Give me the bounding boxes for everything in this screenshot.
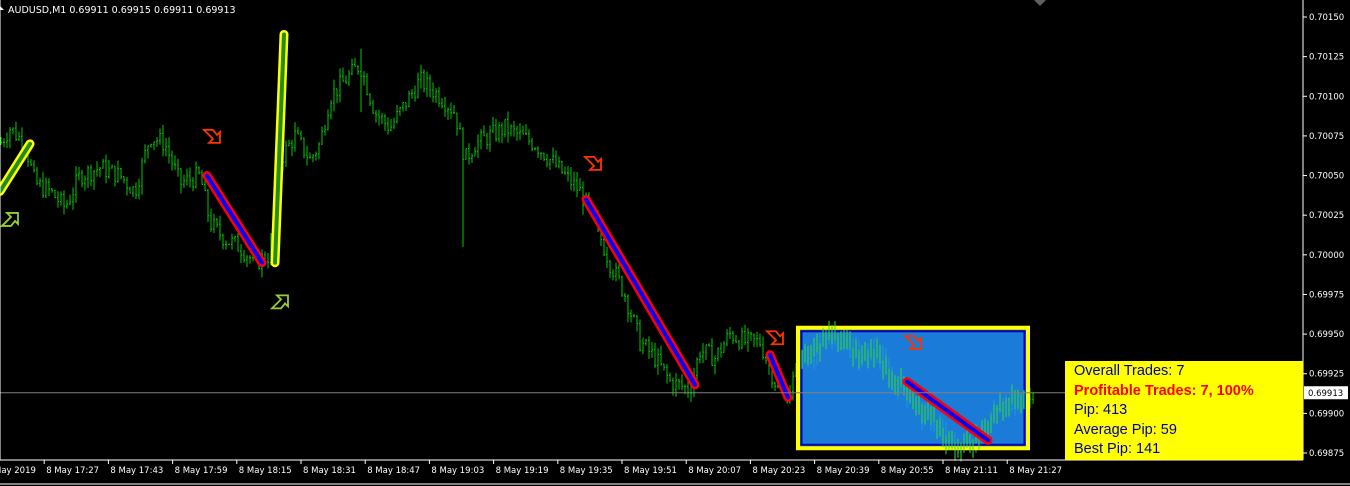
x-tick-label: 8 May 21:27 [1009, 466, 1062, 476]
average-pip: Average Pip: 59 [1074, 421, 1177, 438]
y-tick-label: 0.69975 [1309, 290, 1344, 300]
y-tick-label: 0.70075 [1309, 132, 1344, 142]
trade-stats-panel: Overall Trades: 7 Profitable Trades: 7, … [1065, 361, 1303, 460]
total-pips: Pip: 413 [1074, 402, 1128, 419]
overall-trades: Overall Trades: 7 [1074, 363, 1185, 379]
x-tick-label: 8 May 20:55 [881, 466, 934, 476]
y-tick-label: 0.70150 [1309, 13, 1344, 23]
x-tick-label: 8 May 17:43 [110, 466, 163, 476]
y-tick-label: 0.69875 [1309, 449, 1344, 459]
chart-title: AUDUSD,M1 0.69911 0.69915 0.69911 0.6991… [8, 5, 236, 16]
svg-text:0.69913: 0.69913 [1308, 389, 1343, 399]
x-tick-label: 8 May 20:23 [752, 466, 805, 476]
y-tick-label: 0.70100 [1309, 92, 1344, 102]
x-tick-label: 8 May 17:59 [175, 466, 228, 476]
x-tick-label: 8 May 18:31 [303, 466, 356, 476]
best-pip: Best Pip: 141 [1074, 441, 1161, 458]
current-price-tag: 0.69913 [1304, 386, 1348, 400]
x-tick-label: 8 May 17:27 [46, 466, 99, 476]
x-tick-label: 8 May 20:07 [688, 466, 741, 476]
x-tick-label: 8 May 19:35 [560, 466, 613, 476]
y-tick-label: 0.70050 [1309, 172, 1344, 182]
x-tick-label: 8 May 19:03 [431, 466, 484, 476]
y-tick-label: 0.69900 [1309, 409, 1344, 419]
x-tick-label: 8 May 21:11 [945, 466, 998, 476]
x-tick-label: 8 May 19:51 [624, 466, 677, 476]
y-tick-label: 0.69950 [1309, 330, 1344, 340]
x-tick-label: May 2019 [0, 466, 36, 476]
profitable-trades: Profitable Trades: 7, 100% [1074, 382, 1254, 399]
x-tick-label: 8 May 19:19 [496, 466, 549, 476]
x-tick-label: 8 May 18:47 [367, 466, 420, 476]
y-tick-label: 0.69925 [1309, 370, 1344, 380]
y-tick-label: 0.70000 [1309, 251, 1344, 261]
y-tick-label: 0.70125 [1309, 53, 1344, 63]
x-tick-label: 8 May 18:15 [239, 466, 292, 476]
x-tick-label: 8 May 20:39 [817, 466, 870, 476]
y-tick-label: 0.70025 [1309, 211, 1344, 221]
